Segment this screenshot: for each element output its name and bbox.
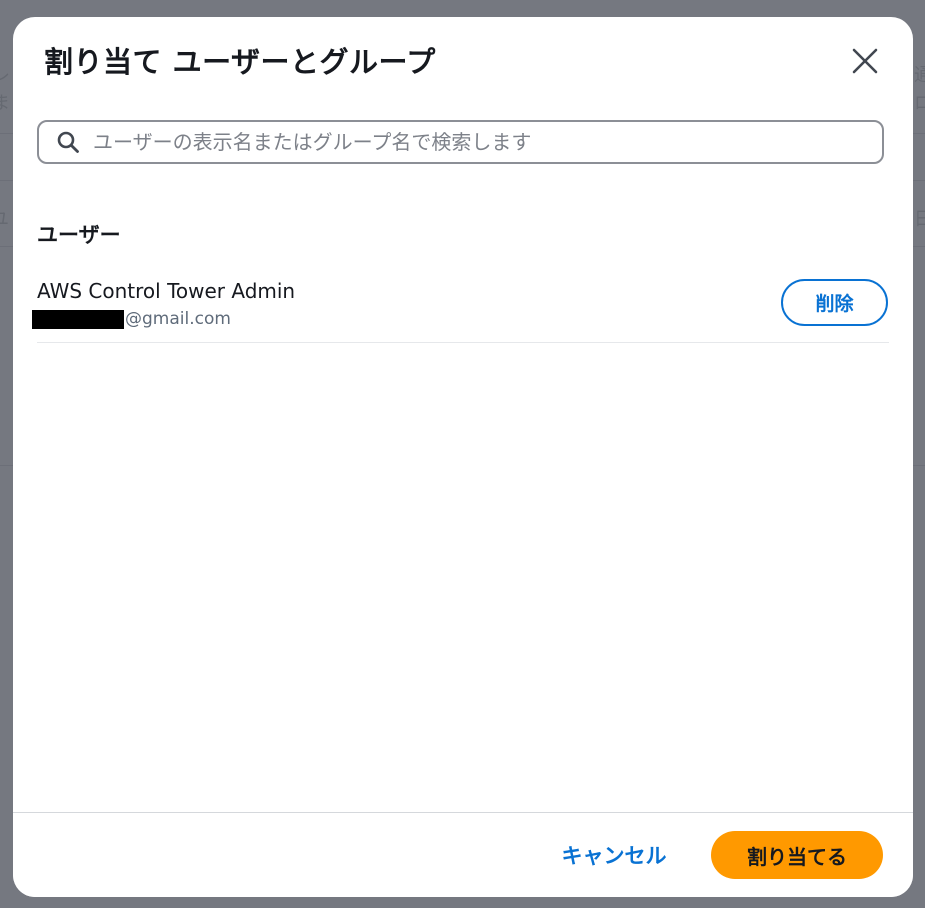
redacted-email-local-part bbox=[32, 309, 124, 329]
users-section-heading: ユーザー bbox=[37, 223, 121, 247]
assign-users-groups-modal: 割り当て ユーザーとグループ ユーザー AWS Control Tower Ad… bbox=[13, 17, 913, 897]
close-button[interactable] bbox=[847, 43, 883, 79]
modal-title: 割り当て ユーザーとグループ bbox=[44, 45, 436, 79]
user-email-domain: @gmail.com bbox=[125, 309, 231, 329]
modal-footer: キャンセル 割り当てる bbox=[13, 812, 913, 897]
search-input[interactable] bbox=[93, 124, 882, 160]
search-field[interactable] bbox=[37, 120, 884, 164]
search-icon bbox=[55, 129, 81, 155]
remove-user-button[interactable]: 削除 bbox=[781, 279, 888, 326]
user-display-name: AWS Control Tower Admin bbox=[37, 279, 296, 303]
list-item: AWS Control Tower Admin @gmail.com 削除 bbox=[32, 269, 889, 343]
close-icon bbox=[852, 48, 878, 74]
cancel-button[interactable]: キャンセル bbox=[549, 833, 679, 877]
assign-button[interactable]: 割り当てる bbox=[711, 831, 883, 879]
user-email: @gmail.com bbox=[32, 309, 231, 329]
